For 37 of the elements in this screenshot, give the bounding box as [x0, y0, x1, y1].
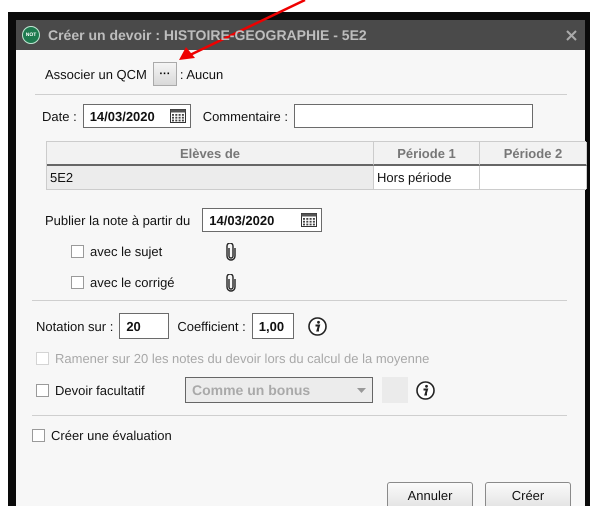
paperclip-icon[interactable]: [226, 274, 236, 292]
column-header: Période 2: [480, 142, 587, 166]
table-cell: 5E2: [47, 166, 374, 189]
checkbox[interactable]: [32, 428, 45, 442]
publish-date-field[interactable]: 14/03/2020: [202, 208, 322, 232]
close-icon[interactable]: [566, 30, 577, 40]
browse-button[interactable]: ···: [152, 62, 177, 86]
paperclip-icon[interactable]: [226, 242, 236, 260]
checkbox[interactable]: [71, 245, 84, 258]
checkbox[interactable]: [36, 384, 49, 396]
column-header: Elèves de: [47, 142, 374, 166]
checkbox-label: Ramener sur 20 les notes du devoir lors du calcul de la moyenne: [55, 350, 430, 366]
table-cell: Hors période: [374, 166, 480, 189]
publish-label: Publier la note à partir du: [45, 212, 190, 228]
checkbox-label: avec le corrigé: [90, 275, 176, 290]
checkbox-label: avec le sujet: [90, 244, 164, 259]
comment-label: Commentaire :: [202, 108, 288, 124]
coefficient-field[interactable]: 1,00: [252, 313, 294, 339]
calendar-icon[interactable]: [170, 109, 186, 123]
qcm-label: Associer un QCM: [45, 66, 147, 82]
comment-field[interactable]: [294, 104, 533, 128]
checkbox-label: Devoir facultatif: [55, 382, 146, 398]
coefficient-label: Coefficient :: [177, 318, 246, 334]
info-icon[interactable]: [416, 380, 435, 400]
dialog-button[interactable]: Annuler: [387, 482, 473, 506]
qcm-value: : Aucun: [180, 66, 224, 82]
info-icon[interactable]: [308, 316, 327, 336]
dialog-button[interactable]: Créer: [485, 482, 571, 506]
checkbox-label: Créer une évaluation: [51, 428, 172, 442]
date-field[interactable]: 14/03/2020: [82, 104, 191, 128]
date-label: Date :: [42, 108, 77, 124]
notation-label: Notation sur :: [36, 318, 114, 334]
checkbox[interactable]: [71, 276, 84, 289]
column-header: Période 1: [374, 142, 480, 166]
caret-icon: [357, 388, 366, 392]
notation-field[interactable]: 20: [119, 313, 170, 339]
calendar-icon[interactable]: [301, 213, 318, 227]
